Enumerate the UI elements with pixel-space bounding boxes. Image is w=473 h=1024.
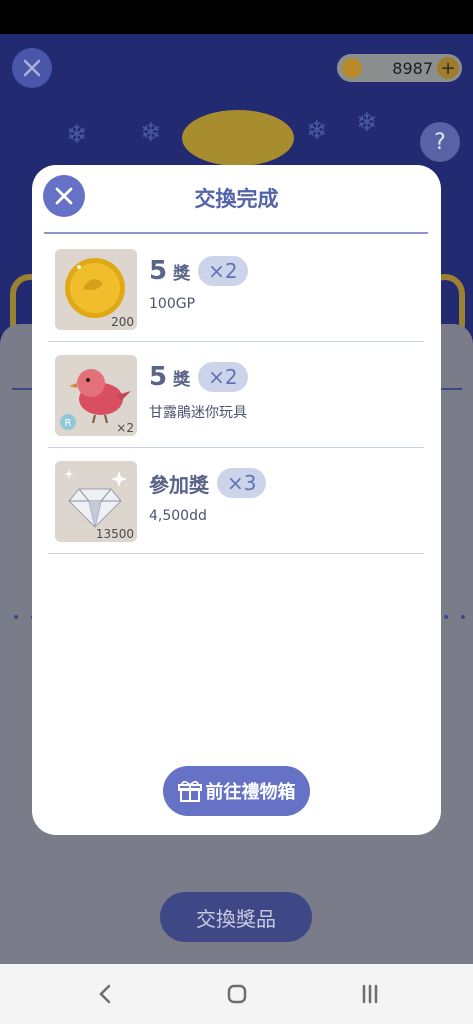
prize-quantity-badge: ×3 [217, 468, 267, 498]
prize-row: R ×2 5 獎 ×2 甘露鵑迷你玩具 [48, 342, 424, 448]
prize-row: 200 5 獎 ×2 100GP [48, 236, 424, 342]
prize-quantity-badge: ×2 [198, 362, 248, 392]
prize-tier-label: 參加獎 [149, 472, 209, 497]
pager-dots: • • [442, 610, 469, 626]
svg-text:R: R [65, 418, 72, 429]
help-button: ? [420, 122, 460, 162]
prize-thumbnail: 200 [55, 249, 137, 330]
prize-title: 參加獎 ×3 [149, 466, 267, 500]
snowflake-icon: ❄ [66, 120, 88, 150]
go-to-gift-box-label: 前往禮物箱 [205, 782, 296, 803]
prize-description: 甘露鵑迷你玩具 [149, 405, 247, 421]
prize-count-badge: 13500 [95, 527, 134, 541]
prize-quantity-badge: ×2 [198, 256, 248, 286]
home-icon [227, 984, 247, 1004]
home-button[interactable] [225, 982, 249, 1006]
coin-icon [342, 58, 362, 78]
prize-tier-number: 5 [149, 362, 168, 392]
prize-thumbnail: 13500 [55, 461, 137, 542]
exchange-complete-dialog: 交換完成 200 5 獎 ×2 100GP R ×2 5 獎 ×2 甘露鵑迷你玩… [32, 165, 441, 835]
prize-title: 5 獎 ×2 [149, 254, 248, 288]
add-coins-icon: + [437, 57, 459, 79]
system-navigation-bar [0, 964, 473, 1024]
exchange-prize-button: 交換獎品 [160, 892, 312, 942]
background-close-button [12, 48, 52, 88]
prize-tier-unit: 獎 [173, 263, 191, 284]
prize-tier-unit: 獎 [173, 369, 191, 390]
close-icon [23, 59, 41, 77]
rarity-badge-icon: R [60, 414, 76, 430]
prize-description: 4,500dd [149, 508, 207, 524]
gift-box-icon [177, 780, 202, 802]
prize-title: 5 獎 ×2 [149, 360, 248, 394]
snowflake-icon: ❄ [356, 108, 378, 138]
snowflake-icon: ❄ [140, 118, 162, 148]
dialog-title: 交換完成 [194, 187, 279, 211]
back-button[interactable] [93, 982, 117, 1006]
snowflake-icon: ❄ [306, 116, 328, 146]
prize-count-badge: 200 [111, 315, 134, 329]
status-bar [0, 0, 473, 34]
prize-thumbnail: R ×2 [55, 355, 137, 436]
coin-balance-value: 8987 [392, 58, 433, 78]
coin-balance: 8987 + [337, 54, 462, 82]
prize-tier-number: 5 [149, 256, 168, 286]
prize-description: 100GP [149, 296, 196, 312]
go-to-gift-box-button[interactable]: 前往禮物箱 [163, 766, 310, 816]
prize-count-badge: ×2 [116, 421, 134, 435]
prize-row: 13500 參加獎 ×3 4,500dd [48, 448, 424, 554]
dialog-divider [44, 232, 428, 234]
recent-apps-button[interactable] [358, 982, 382, 1006]
event-logo [182, 110, 294, 166]
chevron-left-icon [99, 984, 111, 1004]
recent-apps-icon [362, 984, 378, 1004]
